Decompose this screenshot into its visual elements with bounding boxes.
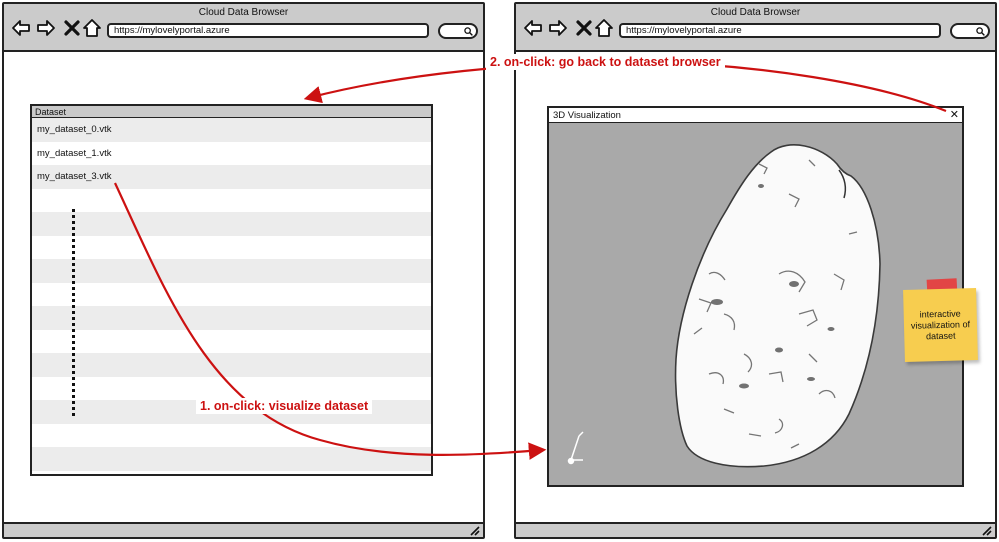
resize-grip-icon[interactable]: [469, 525, 480, 536]
search-icon: [464, 27, 473, 36]
visualization-panel: 3D Visualization ✕: [547, 106, 964, 487]
dataset-column-header: Dataset: [32, 106, 431, 118]
annotation-step-1: 1. on-click: visualize dataset: [196, 398, 373, 414]
window-title: Cloud Data Browser: [198, 7, 289, 18]
dataset-row[interactable]: [32, 377, 431, 401]
sticky-note: interactive visualization of dataset: [903, 288, 978, 362]
window-title: Cloud Data Browser: [710, 7, 801, 18]
sticky-note-text: interactive visualization of dataset: [910, 307, 971, 341]
dataset-row[interactable]: my_dataset_0.vtk: [32, 118, 431, 142]
close-icon[interactable]: [62, 18, 82, 38]
back-arrow-icon[interactable]: [523, 18, 543, 38]
forward-arrow-icon[interactable]: [548, 18, 568, 38]
dataset-row[interactable]: [32, 212, 431, 236]
status-bar: [4, 522, 483, 537]
home-icon[interactable]: [594, 18, 614, 38]
dataset-row[interactable]: [32, 447, 431, 471]
url-field[interactable]: https://mylovelyportal.azure: [619, 23, 941, 38]
search-field[interactable]: [950, 23, 990, 39]
dataset-row[interactable]: [32, 236, 431, 260]
close-icon[interactable]: [574, 18, 594, 38]
search-icon: [976, 27, 985, 36]
dataset-rows: my_dataset_0.vtk my_dataset_1.vtk my_datas…: [32, 118, 431, 475]
dataset-row[interactable]: my_dataset_3.vtk: [32, 165, 431, 189]
dataset-row[interactable]: [32, 353, 431, 377]
dataset-row[interactable]: [32, 471, 431, 475]
browser-toolbar: Cloud Data Browser https://mylovelyporta…: [516, 4, 995, 52]
dataset-row[interactable]: my_dataset_1.vtk: [32, 142, 431, 166]
visualization-title-bar: 3D Visualization ✕: [549, 108, 962, 123]
dataset-row[interactable]: [32, 259, 431, 283]
dataset-row[interactable]: [32, 424, 431, 448]
annotation-step-2: 2. on-click: go back to dataset browser: [486, 54, 725, 70]
visualization-title: 3D Visualization: [553, 110, 621, 121]
close-visualization-button[interactable]: ✕: [950, 108, 959, 122]
dataset-row[interactable]: [32, 283, 431, 307]
home-icon[interactable]: [82, 18, 102, 38]
more-rows-dotted-line: [72, 209, 75, 416]
rendered-3d-object: [674, 144, 881, 468]
axes-orientation-icon: [567, 431, 584, 465]
dataset-row[interactable]: [32, 330, 431, 354]
dataset-table: Dataset my_dataset_0.vtk my_dataset_1.vtk…: [30, 104, 433, 476]
back-arrow-icon[interactable]: [11, 18, 31, 38]
resize-grip-icon[interactable]: [981, 525, 992, 536]
dataset-row[interactable]: [32, 306, 431, 330]
3d-render-canvas[interactable]: [549, 124, 962, 485]
browser-toolbar: Cloud Data Browser https://mylovelyporta…: [4, 4, 483, 52]
forward-arrow-icon[interactable]: [36, 18, 56, 38]
url-field[interactable]: https://mylovelyportal.azure: [107, 23, 429, 38]
status-bar: [516, 522, 995, 537]
search-field[interactable]: [438, 23, 478, 39]
dataset-row[interactable]: [32, 189, 431, 213]
